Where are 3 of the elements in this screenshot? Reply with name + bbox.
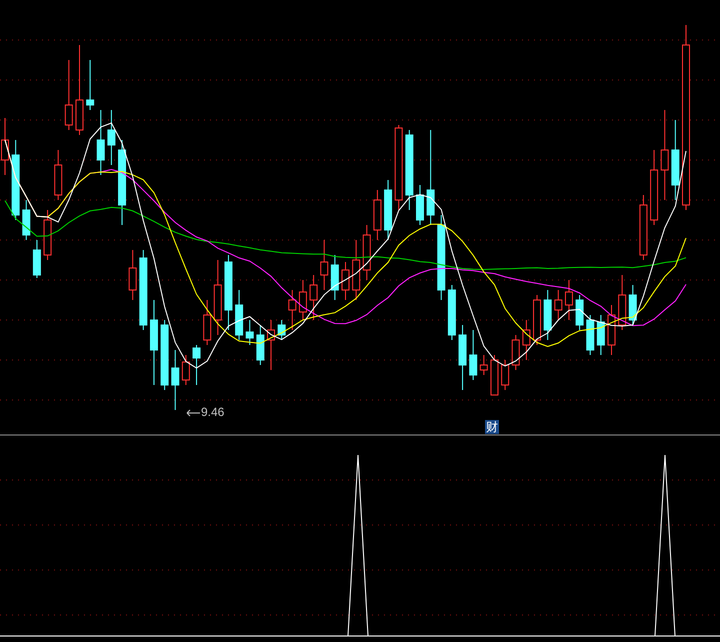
low-price-label: 9.46 (201, 406, 224, 418)
arrow-icon (186, 409, 200, 417)
event-badge: 财 (485, 420, 499, 434)
